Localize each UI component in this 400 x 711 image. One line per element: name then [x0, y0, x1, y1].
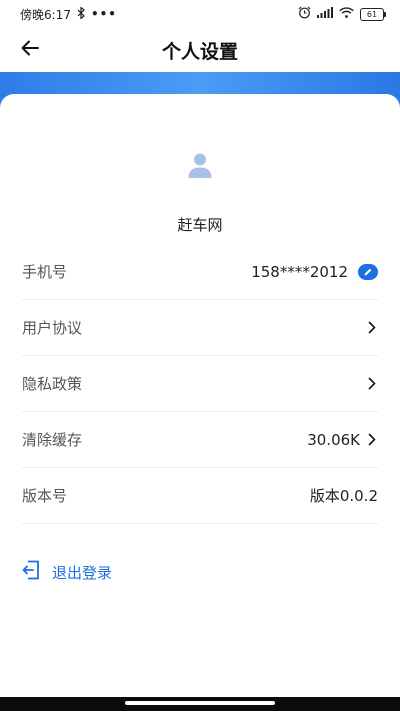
phone-row[interactable]: 手机号 158****2012: [22, 244, 378, 300]
logout-icon: [22, 560, 40, 584]
signal-icon: [317, 7, 333, 21]
user-avatar-icon[interactable]: [185, 150, 215, 180]
home-indicator: [0, 697, 400, 711]
wifi-icon: [339, 7, 354, 21]
version-value: 版本0.0.2: [309, 487, 378, 505]
status-bar: 傍晚6:17 ••• 61: [0, 0, 400, 28]
version-row: 版本号 版本0.0.2: [22, 468, 378, 524]
chevron-right-icon: [366, 321, 378, 335]
clear-cache-label: 清除缓存: [22, 431, 83, 449]
chevron-right-icon: [366, 377, 378, 391]
privacy-policy-row[interactable]: 隐私政策: [22, 356, 378, 412]
username: 赶车网: [177, 216, 223, 234]
status-time: 傍晚6:17: [20, 7, 71, 22]
chevron-right-icon: [366, 433, 378, 447]
home-indicator-pill[interactable]: [125, 701, 275, 705]
profile-card: 赶车网 手机号 158****2012 用户协议 隐私政策 清除缓存 30.06…: [0, 94, 400, 711]
arrow-left-icon: [21, 40, 39, 60]
bluetooth-icon: [77, 5, 85, 22]
edit-pencil-icon[interactable]: [358, 263, 378, 280]
back-button[interactable]: [16, 36, 44, 64]
user-agreement-row[interactable]: 用户协议: [22, 300, 378, 356]
settings-screen: 傍晚6:17 ••• 61 个人设置 赶车网 手机号 158****2012 用…: [0, 0, 400, 711]
phone-value: 158****2012: [251, 262, 348, 281]
settings-list: 手机号 158****2012 用户协议 隐私政策 清除缓存 30.06K 版本…: [22, 244, 378, 524]
cache-size-value: 30.06K: [307, 430, 360, 449]
user-agreement-right: [366, 321, 378, 335]
clear-cache-right: 30.06K: [307, 431, 378, 449]
battery-icon: 61: [360, 7, 386, 21]
privacy-policy-label: 隐私政策: [22, 375, 83, 393]
status-left: 傍晚6:17 •••: [20, 5, 117, 23]
logout-button[interactable]: 退出登录: [22, 560, 112, 584]
more-notifications-icon: •••: [90, 7, 117, 21]
version-label: 版本号: [22, 487, 68, 505]
status-right: 61: [298, 6, 386, 22]
clear-cache-row[interactable]: 清除缓存 30.06K: [22, 412, 378, 468]
privacy-policy-right: [366, 377, 378, 391]
version-right: 版本0.0.2: [310, 485, 378, 506]
alarm-icon: [298, 6, 311, 22]
logout-label: 退出登录: [52, 563, 113, 582]
phone-label: 手机号: [22, 263, 68, 281]
user-agreement-label: 用户协议: [22, 319, 83, 337]
phone-value-group: 158****2012: [251, 263, 378, 281]
app-header: 个人设置: [0, 28, 400, 72]
page-title: 个人设置: [161, 40, 238, 63]
